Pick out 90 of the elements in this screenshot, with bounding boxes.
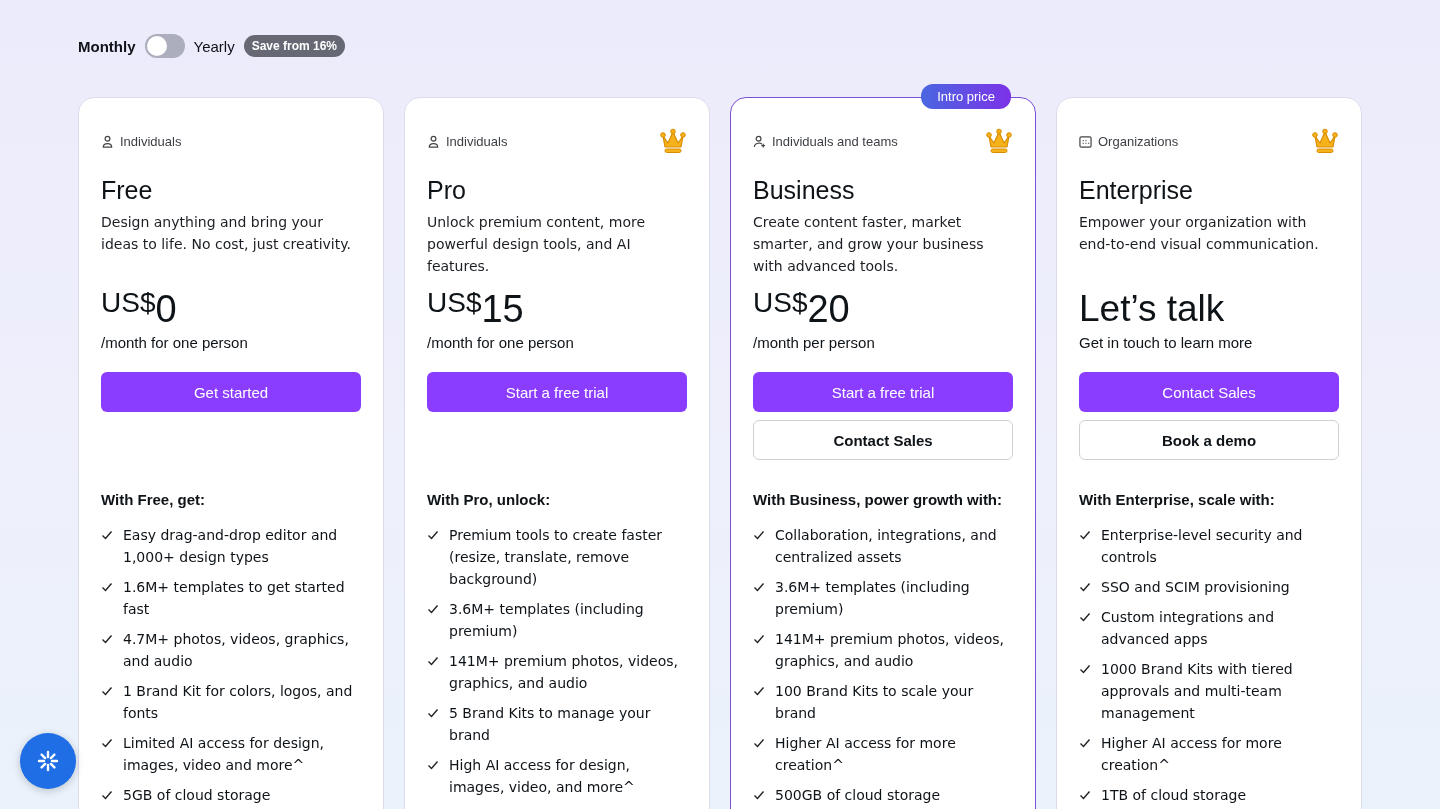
feature-text: 4.7M+ photos, videos, graphics, and audio	[123, 630, 350, 671]
plan-description: Design anything and bring your ideas to life. No cost, just creativity.	[101, 213, 352, 254]
person-plus-icon	[753, 134, 766, 148]
feature-text: 1 Brand Kit for colors, logos, and fonts	[123, 682, 354, 723]
monthly-label: Monthly	[78, 37, 136, 55]
features-heading: With Free, get:	[101, 491, 207, 508]
secondary-button[interactable]: Contact Sales	[753, 420, 1013, 460]
check-icon	[101, 633, 113, 645]
features-heading: With Enterprise, scale with:	[1079, 491, 1276, 508]
audience-label: Individuals	[446, 133, 508, 149]
feature-text: High AI access for design, images, video, and more^	[449, 756, 636, 797]
building-icon	[1079, 134, 1092, 148]
feature-text: 500GB of cloud storage	[775, 786, 941, 805]
feature-text: Higher AI access for more creation^	[775, 734, 957, 775]
plan-name: Enterprise	[1079, 176, 1194, 205]
yearly-label: Yearly	[193, 37, 235, 55]
plan-name: Free	[101, 176, 154, 205]
check-icon	[1079, 611, 1091, 623]
check-icon	[753, 685, 765, 697]
feature-text: 100 Brand Kits to scale your brand	[775, 682, 975, 723]
feature-text: 5GB of cloud storage	[123, 786, 271, 805]
plan-name: Business	[753, 176, 856, 205]
price-text: Let’s talk	[1079, 287, 1225, 331]
audience-label: Individuals and teams	[772, 133, 898, 149]
check-icon	[753, 737, 765, 749]
primary-button[interactable]: Contact Sales	[1079, 372, 1339, 412]
audience-label: Organizations	[1098, 133, 1179, 149]
currency: US$	[101, 287, 156, 318]
plan-description: Create content faster, market smarter, and grow your business with advanced tools.	[753, 213, 985, 276]
plan-description: Empower your organization with end-to-end visual communication.	[1079, 213, 1320, 254]
check-icon	[427, 759, 439, 771]
price-note: Get in touch to learn more	[1079, 334, 1254, 351]
check-icon	[101, 529, 113, 541]
price-note: /month for one person	[101, 334, 249, 351]
feature-text: Premium tools to create faster (resize, translate, remove background)	[449, 526, 664, 589]
person-icon	[427, 134, 440, 148]
check-icon	[753, 529, 765, 541]
check-icon	[427, 529, 439, 541]
feature-text: Higher AI access for more creation^	[1101, 734, 1283, 775]
feature-text: 5 Brand Kits to manage your brand	[449, 704, 652, 745]
primary-button[interactable]: Get started	[101, 372, 361, 412]
price-note: /month per person	[753, 334, 876, 351]
check-icon	[753, 789, 765, 801]
check-icon	[1079, 737, 1091, 749]
check-icon	[1079, 789, 1091, 801]
intro-price-badge: Intro price	[921, 84, 1011, 109]
features-heading: With Pro, unlock:	[427, 491, 552, 508]
floating-action-button[interactable]	[20, 733, 76, 789]
feature-text: 141M+ premium photos, videos, graphics, and audio	[449, 652, 679, 693]
check-icon	[101, 789, 113, 801]
secondary-button[interactable]: Book a demo	[1079, 420, 1339, 460]
feature-text: 1TB of cloud storage	[1101, 786, 1246, 805]
check-icon	[1079, 581, 1091, 593]
feature-text: Custom integrations and advanced apps	[1101, 608, 1276, 649]
feature-text: SSO and SCIM provisioning	[1101, 578, 1290, 597]
check-icon	[753, 633, 765, 645]
savings-badge: Save from 16%	[243, 35, 346, 57]
person-icon	[101, 134, 114, 148]
feature-text: 1.6M+ templates to get started fast	[123, 578, 346, 619]
sparkle-icon	[36, 749, 60, 773]
price-amount: 15	[481, 287, 524, 331]
billing-toggle[interactable]	[144, 34, 185, 58]
feature-text: 3.6M+ templates (including premium)	[449, 600, 645, 641]
check-icon	[1079, 529, 1091, 541]
feature-text: Limited AI access for design, images, video and more^	[123, 734, 326, 775]
check-icon	[753, 581, 765, 593]
plan-name: Pro	[427, 176, 467, 205]
price-amount: 0	[155, 287, 177, 331]
feature-text: 141M+ premium photos, videos, graphics, and audio	[775, 630, 1005, 671]
currency: US$	[753, 287, 808, 318]
audience-label: Individuals	[120, 133, 182, 149]
check-icon	[427, 707, 439, 719]
feature-text: 3.6M+ templates (including premium)	[775, 578, 971, 619]
check-icon	[101, 685, 113, 697]
primary-button[interactable]: Start a free trial	[427, 372, 687, 412]
plan-description: Unlock premium content, more powerful design tools, and AI features.	[427, 213, 647, 276]
feature-text: Collaboration, integrations, and centralized assets	[775, 526, 998, 567]
check-icon	[1079, 663, 1091, 675]
check-icon	[427, 655, 439, 667]
currency: US$	[427, 287, 482, 318]
features-heading: With Business, power growth with:	[753, 491, 1004, 508]
feature-text: 1000 Brand Kits with tiered approvals and multi-team management	[1101, 660, 1294, 723]
primary-button[interactable]: Start a free trial	[753, 372, 1013, 412]
feature-text: Enterprise-level security and controls	[1101, 526, 1304, 567]
check-icon	[101, 737, 113, 749]
feature-text: Easy drag-and-drop editor and 1,000+ design types	[123, 526, 339, 567]
price-note: /month for one person	[427, 334, 575, 351]
check-icon	[427, 603, 439, 615]
check-icon	[101, 581, 113, 593]
price-amount: 20	[807, 287, 850, 331]
